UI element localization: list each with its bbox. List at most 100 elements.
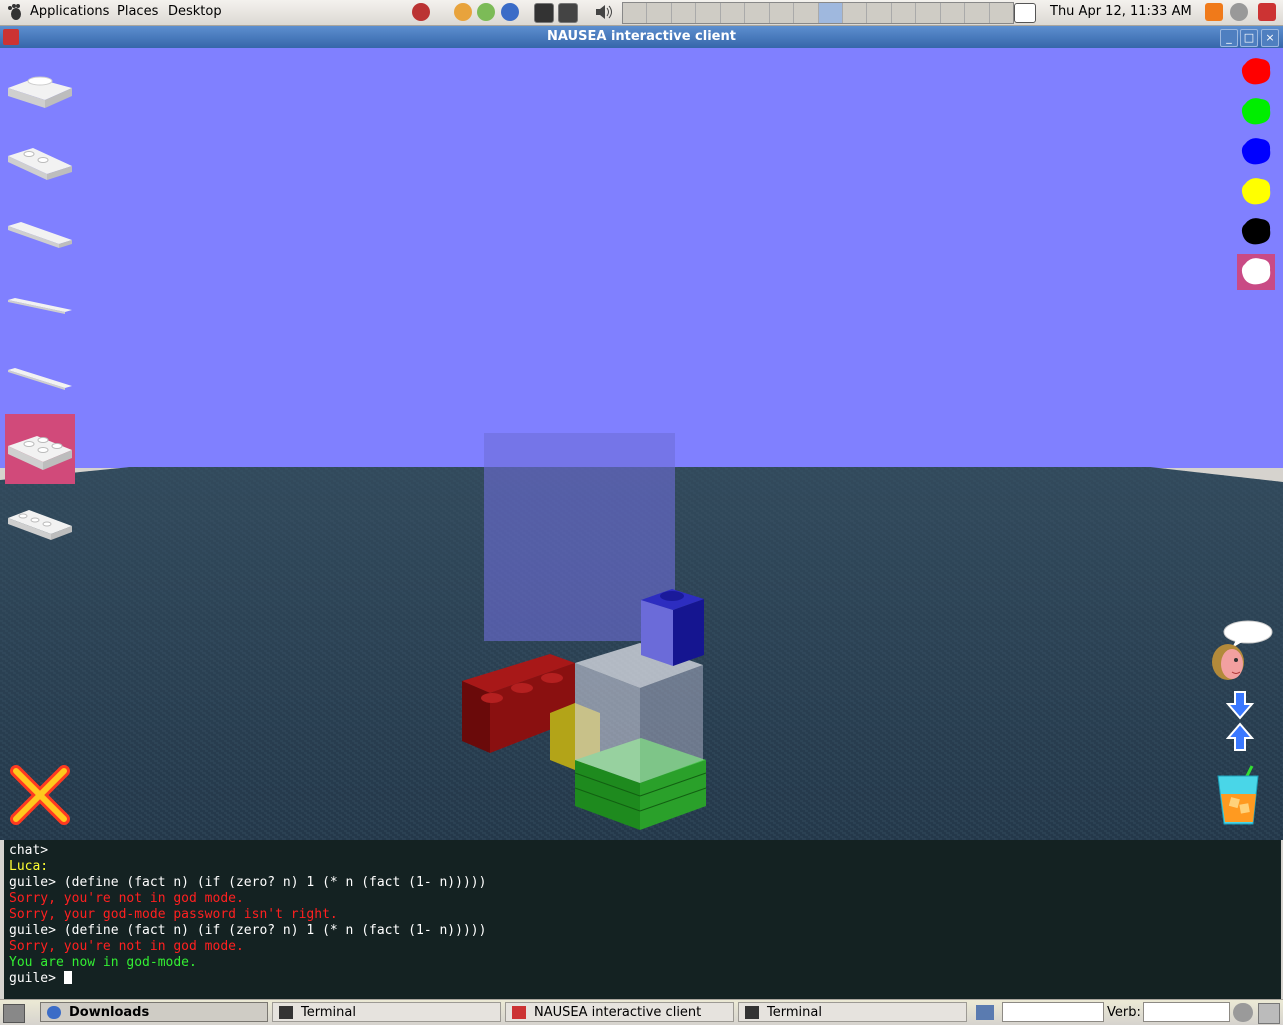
show-desktop-icon[interactable] xyxy=(1014,3,1036,23)
workspace-10[interactable] xyxy=(843,3,868,23)
close-window-button[interactable]: × xyxy=(1261,29,1279,47)
stud xyxy=(481,693,503,703)
brick-tool-3[interactable] xyxy=(5,200,75,270)
clock[interactable]: Thu Apr 12, 11:33 AM xyxy=(1050,4,1192,19)
brick-plate-icon xyxy=(8,148,72,180)
launcher-icon-1[interactable] xyxy=(412,3,430,21)
deskbar-icon[interactable] xyxy=(976,1005,994,1020)
scene-canvas[interactable] xyxy=(0,48,1283,840)
task-terminal-1[interactable]: Terminal xyxy=(272,1002,501,1022)
console-panel[interactable]: chat> Luca: guile> (define (fact n) (if … xyxy=(4,840,1281,1000)
workspace-11[interactable] xyxy=(867,3,892,23)
brick-plate-icon xyxy=(8,298,72,314)
verb-label: Verb: xyxy=(1107,1005,1141,1020)
menu-applications[interactable]: Applications xyxy=(30,4,109,19)
brick-tool-5[interactable] xyxy=(5,344,75,414)
launcher-icon-3[interactable] xyxy=(477,3,495,21)
task-downloads[interactable]: Downloads xyxy=(40,1002,268,1022)
stud xyxy=(660,591,684,601)
console-line: Luca: xyxy=(9,859,49,874)
workspace-12[interactable] xyxy=(892,3,917,23)
volume-icon[interactable] xyxy=(594,4,614,20)
console-line: Sorry, you're not in god mode. xyxy=(9,891,244,906)
red-brick-side xyxy=(462,681,490,753)
task-label: Downloads xyxy=(69,1005,150,1020)
drink-glass-icon[interactable] xyxy=(1216,764,1262,826)
nausea-tray-icon[interactable] xyxy=(1258,3,1276,21)
workspace-13[interactable] xyxy=(916,3,941,23)
workspace-5[interactable] xyxy=(721,3,746,23)
brick-tool-6-selected[interactable] xyxy=(5,414,75,484)
workspace-6[interactable] xyxy=(745,3,770,23)
3d-viewport[interactable] xyxy=(0,48,1283,840)
quit-x-icon[interactable] xyxy=(10,765,70,825)
workspace-pager[interactable] xyxy=(622,2,1014,24)
color-red[interactable] xyxy=(1237,54,1275,90)
menu-places[interactable]: Places xyxy=(117,4,158,19)
stud xyxy=(511,683,533,693)
console-input-line[interactable]: guile> xyxy=(4,971,1281,987)
workspace-7[interactable] xyxy=(770,3,795,23)
workspace-1[interactable] xyxy=(623,3,648,23)
window-list-icon[interactable] xyxy=(1258,1003,1280,1024)
stud xyxy=(541,673,563,683)
menu-desktop[interactable]: Desktop xyxy=(168,4,222,19)
nausea-icon xyxy=(512,1006,526,1019)
workspace-14[interactable] xyxy=(941,3,966,23)
brick-plate-icon xyxy=(8,436,72,470)
brick-tool-2[interactable] xyxy=(5,128,75,198)
color-black[interactable] xyxy=(1237,214,1275,250)
workspace-3[interactable] xyxy=(672,3,697,23)
blue-brick-side[interactable] xyxy=(641,600,673,666)
console-line: guile> (define (fact n) (if (zero? n) 1 … xyxy=(9,923,487,938)
terminal-icon[interactable] xyxy=(534,3,554,23)
console-line: chat> xyxy=(9,843,49,858)
bottom-panel: Downloads Terminal NAUSEA interactive cl… xyxy=(0,999,1283,1025)
arrow-up-icon[interactable] xyxy=(1226,722,1254,752)
task-nausea-client[interactable]: NAUSEA interactive client xyxy=(505,1002,734,1022)
task-label: NAUSEA interactive client xyxy=(534,1005,702,1020)
network-icon[interactable] xyxy=(1230,3,1248,21)
color-blue[interactable] xyxy=(1237,134,1275,170)
window-titlebar[interactable]: NAUSEA interactive client _ □ × xyxy=(0,26,1283,48)
trash-icon[interactable] xyxy=(1233,1003,1253,1022)
gnome-foot-icon[interactable] xyxy=(6,3,24,21)
text-cursor xyxy=(63,971,72,984)
brick-tool-4[interactable] xyxy=(5,272,75,342)
maximize-button[interactable]: □ xyxy=(1240,29,1258,47)
color-white-selected[interactable] xyxy=(1237,254,1275,290)
show-desktop-button[interactable] xyxy=(3,1004,25,1023)
workspace-8[interactable] xyxy=(794,3,819,23)
console-line: guile> (define (fact n) (if (zero? n) 1 … xyxy=(9,875,487,890)
brick-plate-icon xyxy=(8,76,72,108)
color-green[interactable] xyxy=(1237,94,1275,130)
brick-tool-7[interactable] xyxy=(5,486,75,556)
terminal-icon-2[interactable] xyxy=(558,3,578,23)
launcher-icon-2[interactable] xyxy=(454,3,472,21)
workspace-15[interactable] xyxy=(965,3,990,23)
chat-avatar-icon[interactable] xyxy=(1206,618,1276,684)
deskbar-input[interactable] xyxy=(1002,1002,1104,1022)
verb-input[interactable] xyxy=(1143,1002,1230,1022)
blue-brick-front[interactable] xyxy=(673,599,704,666)
update-notifier-icon[interactable] xyxy=(1205,3,1223,21)
arrow-down-icon[interactable] xyxy=(1226,690,1254,720)
workspace-16[interactable] xyxy=(990,3,1013,23)
window-title: NAUSEA interactive client xyxy=(547,29,736,44)
globe-icon[interactable] xyxy=(501,3,519,21)
workspace-4[interactable] xyxy=(696,3,721,23)
brick-plate-icon xyxy=(8,368,72,390)
terminal-icon xyxy=(279,1006,293,1019)
browser-icon xyxy=(47,1006,61,1019)
console-line: Sorry, your god-mode password isn't righ… xyxy=(9,907,338,922)
minimize-button[interactable]: _ xyxy=(1220,29,1238,47)
task-terminal-2[interactable]: Terminal xyxy=(738,1002,967,1022)
task-label: Terminal xyxy=(767,1005,822,1020)
color-yellow[interactable] xyxy=(1237,174,1275,210)
task-label: Terminal xyxy=(301,1005,356,1020)
console-prompt: guile> xyxy=(9,971,64,986)
workspace-2[interactable] xyxy=(647,3,672,23)
brick-tool-1[interactable] xyxy=(5,56,75,126)
workspace-9[interactable] xyxy=(818,3,843,23)
brick-plate-icon xyxy=(8,510,72,540)
